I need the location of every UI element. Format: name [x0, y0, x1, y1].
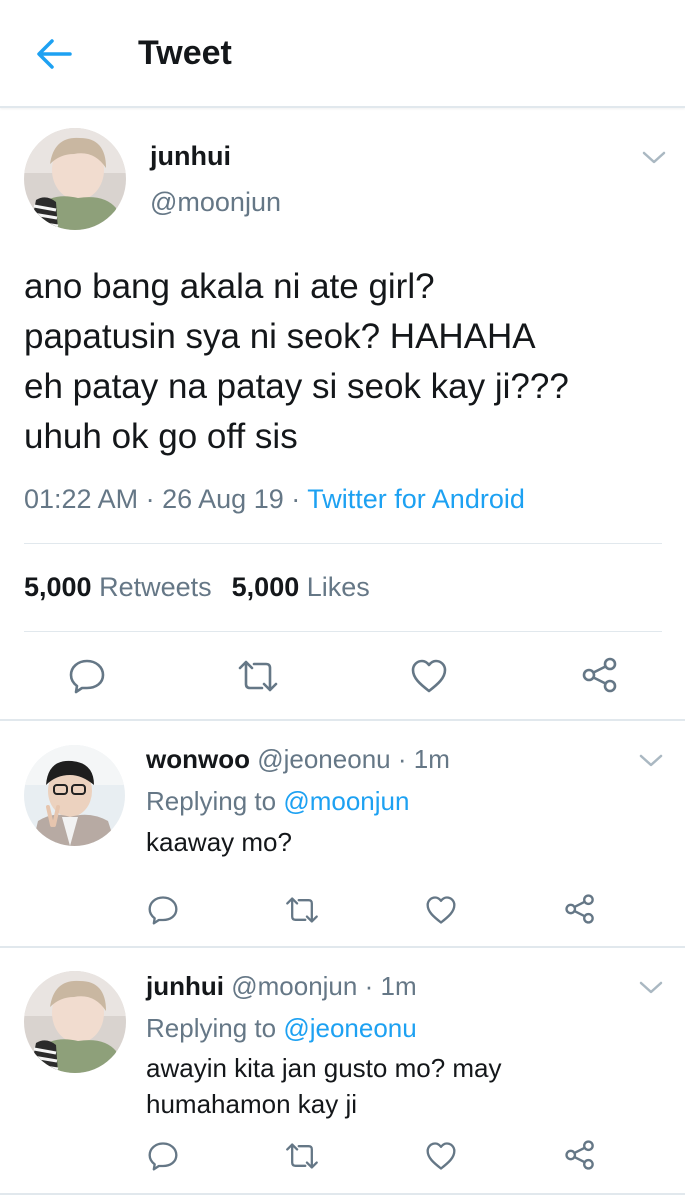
mention-link[interactable]: @moonjun [283, 786, 409, 816]
tweet-text-line: humahamon kay ji [146, 1089, 357, 1119]
replying-to: Replying to @jeoneonu [146, 1013, 417, 1044]
retweets-label: Retweets [99, 572, 212, 602]
like-icon[interactable] [425, 1141, 457, 1171]
divider [0, 1193, 685, 1195]
chevron-down-icon[interactable] [641, 150, 667, 166]
tweet-source-link[interactable]: Twitter for Android [307, 484, 525, 514]
back-arrow-icon [37, 39, 72, 69]
avatar[interactable] [24, 128, 126, 230]
tweet-text: ano bang akala ni ate girl? papatusin sy… [24, 262, 664, 462]
share-icon[interactable] [564, 893, 596, 925]
tweet-text-line: ano bang akala ni ate girl? [24, 267, 435, 306]
likes-count: 5,000 [231, 572, 300, 602]
tweet-date: 26 Aug 19 [162, 484, 284, 514]
meta-separator: · [397, 744, 407, 774]
reply-header: junhui @moonjun · 1m [146, 971, 417, 1002]
tweet-meta: 01:22 AM · 26 Aug 19 · Twitter for Andro… [24, 484, 525, 515]
meta-separator: · [145, 484, 155, 514]
retweet-icon[interactable] [284, 1141, 320, 1171]
meta-separator: · [364, 971, 374, 1001]
tweet-time: 1m [380, 971, 417, 1001]
chevron-down-icon[interactable] [638, 980, 664, 996]
author-handle[interactable]: @moonjun [150, 187, 281, 218]
share-icon[interactable] [564, 1139, 596, 1171]
reply-header: wonwoo @jeoneonu · 1m [146, 744, 450, 775]
divider [24, 543, 662, 544]
page-title: Tweet [138, 34, 232, 72]
app-header: Tweet [0, 0, 685, 108]
divider [0, 946, 685, 948]
tweet-text: awayin kita jan gusto mo? may humahamon … [146, 1050, 646, 1122]
reply-icon[interactable] [68, 658, 106, 694]
tweet-text: kaaway mo? [146, 824, 646, 860]
share-icon[interactable] [581, 656, 619, 694]
reply-icon[interactable] [147, 895, 179, 925]
chevron-down-icon[interactable] [638, 753, 664, 769]
likes-stat[interactable]: 5,000 Likes [232, 572, 370, 602]
like-icon[interactable] [425, 895, 457, 925]
tweet-text-line: uhuh ok go off sis [24, 417, 298, 456]
author-name[interactable]: junhui [146, 971, 224, 1001]
tweet-stats: 5,000 Retweets 5,000 Likes [24, 572, 370, 603]
reply-icon[interactable] [147, 1141, 179, 1171]
tweet-text-line: kaaway mo? [146, 827, 292, 857]
tweet-text-line: eh patay na patay si seok kay ji??? [24, 367, 569, 406]
avatar[interactable] [24, 971, 126, 1073]
tweet-time: 1m [413, 744, 450, 774]
author-handle[interactable]: @jeoneonu [257, 744, 390, 774]
retweet-icon[interactable] [284, 895, 320, 925]
tweet-text-line: awayin kita jan gusto mo? may [146, 1053, 502, 1083]
back-button[interactable] [34, 36, 74, 72]
replying-to: Replying to @moonjun [146, 786, 409, 817]
tweet-time: 01:22 AM [24, 484, 139, 514]
retweet-icon[interactable] [236, 658, 280, 694]
author-name[interactable]: wonwoo [146, 744, 250, 774]
author-name[interactable]: junhui [150, 141, 231, 172]
like-icon[interactable] [410, 658, 448, 694]
divider [24, 631, 662, 632]
tweet-text-line: papatusin sya ni seok? HAHAHA [24, 317, 536, 356]
likes-label: Likes [306, 572, 370, 602]
divider [0, 719, 685, 721]
replying-to-label: Replying to [146, 1013, 277, 1043]
retweets-count: 5,000 [24, 572, 92, 602]
meta-separator: · [291, 484, 301, 514]
replying-to-label: Replying to [146, 786, 277, 816]
retweets-stat[interactable]: 5,000 Retweets [24, 572, 212, 602]
avatar[interactable] [24, 745, 125, 846]
author-handle[interactable]: @moonjun [231, 971, 357, 1001]
mention-link[interactable]: @jeoneonu [283, 1013, 416, 1043]
